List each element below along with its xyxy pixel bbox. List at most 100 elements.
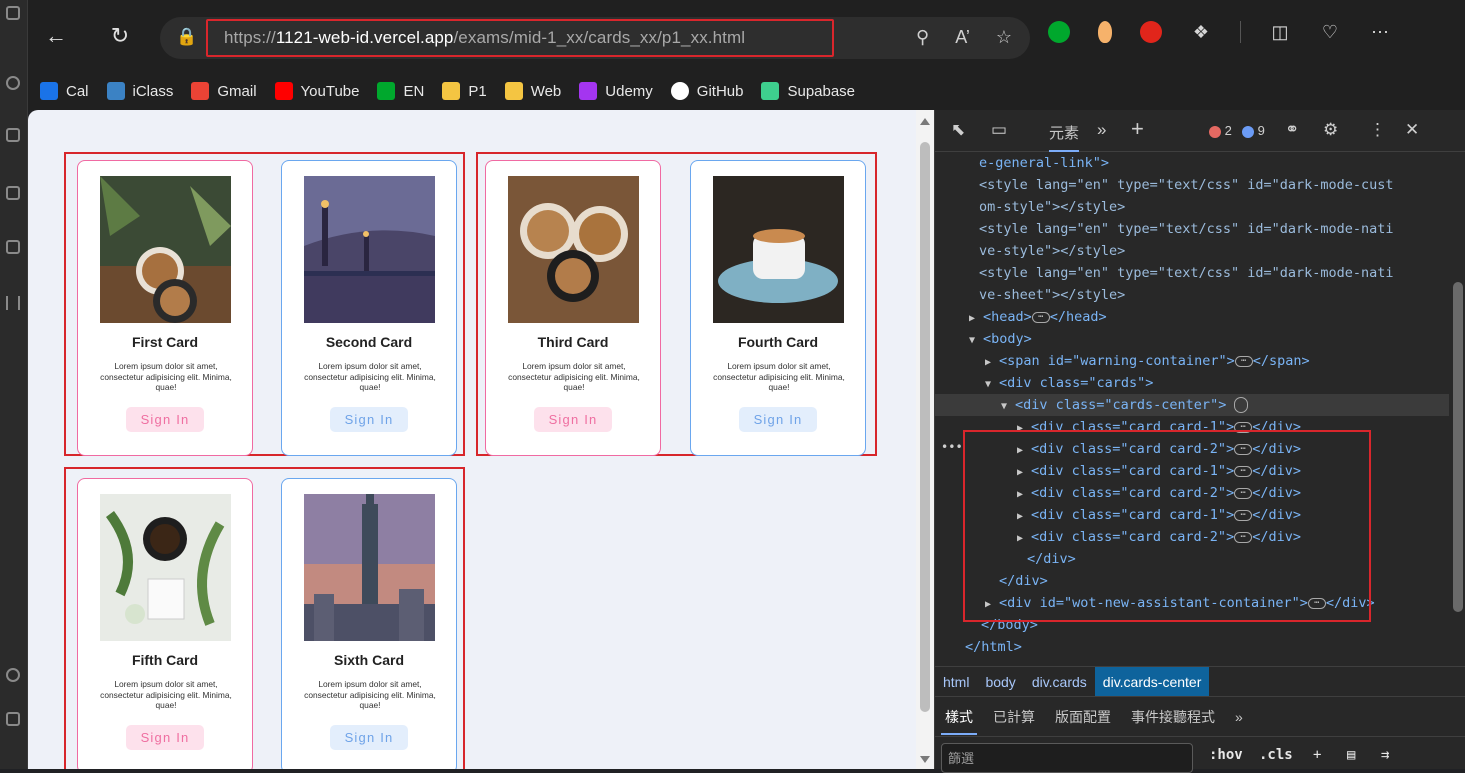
customize-menu-icon[interactable]: ⋮ bbox=[1369, 120, 1386, 140]
browser-essentials-icon[interactable]: ♡ bbox=[1319, 22, 1341, 43]
refresh-button[interactable]: ↻ bbox=[106, 22, 134, 50]
collapse-triangle-icon[interactable]: ▼ bbox=[969, 330, 983, 352]
bookmark-gmail[interactable]: Gmail bbox=[191, 82, 257, 100]
computed-styles-icon[interactable]: ▤ bbox=[1347, 747, 1355, 763]
collections-icon[interactable] bbox=[6, 128, 20, 142]
breadcrumb-item[interactable]: html bbox=[935, 667, 977, 697]
dom-line-cards-center[interactable]: ▼ <div class="cards-center"> bbox=[935, 394, 1449, 416]
favorite-star-icon[interactable]: ☆ bbox=[996, 27, 1012, 48]
bookmark-supabase[interactable]: Supabase bbox=[761, 82, 855, 100]
sign-in-button[interactable]: Sign In bbox=[330, 407, 408, 432]
breadcrumb-item[interactable]: div.cards bbox=[1024, 667, 1095, 697]
bookmark-youtube[interactable]: YouTube bbox=[274, 82, 359, 100]
sign-in-button[interactable]: Sign In bbox=[126, 407, 204, 432]
bookmark-iclass[interactable]: iClass bbox=[106, 82, 173, 100]
scroll-up-arrow[interactable] bbox=[920, 118, 930, 125]
settings-icon[interactable] bbox=[6, 712, 20, 726]
hover-state-toggle[interactable]: :hov bbox=[1209, 747, 1243, 763]
extensions-icon[interactable]: ❖ bbox=[1190, 22, 1212, 43]
sidebar-strip bbox=[0, 0, 28, 769]
sidebar-grip-icon[interactable] bbox=[6, 296, 20, 310]
dom-line-cards[interactable]: ▼ <div class="cards"> bbox=[935, 372, 1449, 394]
devtools-scroll-thumb[interactable] bbox=[1453, 282, 1463, 612]
close-devtools-icon[interactable]: ✕ bbox=[1405, 120, 1419, 140]
devtools-settings-icon[interactable]: ⚙ bbox=[1323, 120, 1338, 140]
bookmark-web[interactable]: Web bbox=[504, 82, 561, 100]
tab-actions-icon[interactable] bbox=[6, 6, 20, 20]
toggle-sidebar-icon[interactable]: ⇉ bbox=[1381, 747, 1389, 763]
expand-triangle-icon[interactable]: ▶ bbox=[969, 308, 983, 330]
zoom-icon[interactable]: ⚲ bbox=[916, 27, 929, 48]
more-menu-icon[interactable]: ⋯ bbox=[1369, 22, 1391, 43]
dom-line[interactable]: ve-sheet"></style> bbox=[935, 284, 1449, 306]
styles-subtab[interactable]: 樣式 bbox=[935, 697, 983, 737]
dom-line[interactable]: om-style"></style> bbox=[935, 196, 1449, 218]
node-actions-icon[interactable]: ••• bbox=[941, 440, 963, 454]
evernote-extension-icon[interactable] bbox=[1048, 21, 1070, 43]
back-button[interactable]: ← bbox=[42, 22, 70, 50]
styles-subtab[interactable]: 已計算 bbox=[983, 697, 1045, 737]
inspect-element-icon[interactable]: ⬉ bbox=[951, 120, 965, 140]
page-scroll-thumb[interactable] bbox=[920, 142, 930, 712]
error-count[interactable]: 2 bbox=[1209, 123, 1232, 138]
card-title: Third Card bbox=[537, 334, 609, 350]
split-screen-icon[interactable]: ◫ bbox=[1269, 22, 1291, 43]
dom-tree[interactable]: e-general-link"> <style lang="en" type="… bbox=[935, 152, 1449, 666]
dom-line[interactable]: e-general-link"> bbox=[935, 152, 1449, 174]
devtools-scrollbar[interactable] bbox=[1449, 152, 1465, 666]
ellipsis-icon[interactable]: ⋯ bbox=[1234, 355, 1253, 367]
breadcrumb-item[interactable]: body bbox=[977, 667, 1023, 697]
styles-subtab[interactable]: 事件接聽程式 bbox=[1121, 697, 1225, 737]
more-tabs-icon[interactable]: » bbox=[1097, 120, 1106, 140]
bookmark-en[interactable]: EN bbox=[377, 82, 424, 100]
bookmark-github[interactable]: GitHub bbox=[670, 82, 743, 100]
sign-in-button[interactable]: Sign In bbox=[534, 407, 612, 432]
dom-line[interactable]: <style lang="en" type="text/css" id="dar… bbox=[935, 262, 1449, 284]
collapse-triangle-icon[interactable]: ▼ bbox=[985, 374, 999, 396]
new-rule-icon[interactable]: + bbox=[1313, 747, 1321, 763]
sign-in-button[interactable]: Sign In bbox=[330, 725, 408, 750]
class-toggle[interactable]: .cls bbox=[1259, 747, 1293, 763]
more-subtabs-icon[interactable]: » bbox=[1225, 697, 1253, 737]
adblock-extension-icon[interactable] bbox=[1140, 21, 1162, 43]
sign-in-button[interactable]: Sign In bbox=[739, 407, 817, 432]
extension-icon[interactable] bbox=[1098, 21, 1112, 43]
toolbar-divider bbox=[1240, 21, 1241, 43]
tab-elements[interactable]: 元素 bbox=[1049, 122, 1080, 152]
page-scrollbar[interactable] bbox=[916, 110, 934, 769]
grid-badge[interactable] bbox=[1234, 397, 1249, 413]
device-toolbar-icon[interactable]: ▭ bbox=[991, 120, 1007, 140]
collapse-triangle-icon[interactable]: ▼ bbox=[1001, 396, 1015, 418]
expand-triangle-icon[interactable]: ▶ bbox=[985, 352, 999, 374]
connect-icon[interactable]: ⚭ bbox=[1285, 120, 1299, 140]
add-tab-icon[interactable]: + bbox=[1131, 116, 1144, 142]
bookmark-label: Supabase bbox=[787, 82, 856, 100]
card-body: Lorem ipsum dolor sit amet, consectetur … bbox=[100, 679, 232, 710]
dom-line-span[interactable]: ▶ <span id="warning-container"> ⋯ </span> bbox=[935, 350, 1449, 372]
message-count[interactable]: 9 bbox=[1242, 123, 1265, 138]
bookmark-udemy[interactable]: Udemy bbox=[579, 82, 653, 100]
read-aloud-icon[interactable]: A’ bbox=[955, 27, 970, 48]
dom-line-body[interactable]: ▼ <body> bbox=[935, 328, 1449, 350]
dom-text: om-style"></style> bbox=[979, 199, 1126, 215]
tools-icon[interactable] bbox=[6, 186, 20, 200]
styles-subtab[interactable]: 版面配置 bbox=[1045, 697, 1121, 737]
search-icon[interactable] bbox=[6, 76, 20, 90]
sign-in-button[interactable]: Sign In bbox=[126, 725, 204, 750]
card-5: Fifth Card Lorem ipsum dolor sit amet, co… bbox=[77, 478, 253, 769]
feedback-icon[interactable] bbox=[6, 668, 20, 682]
dom-line[interactable]: <style lang="en" type="text/css" id="dar… bbox=[935, 174, 1449, 196]
dom-line-head[interactable]: ▶ <head> ⋯ </head> bbox=[935, 306, 1449, 328]
lock-icon[interactable]: 🔒 bbox=[176, 27, 197, 49]
bookmark-p1[interactable]: P1 bbox=[442, 82, 487, 100]
breadcrumb-item[interactable]: div.cards-center bbox=[1094, 666, 1210, 697]
bookmark-cal[interactable]: Cal bbox=[40, 82, 89, 100]
url-text[interactable]: https://1121-web-id.vercel.app/exams/mid… bbox=[224, 28, 745, 48]
dom-line[interactable]: </html> bbox=[935, 636, 1449, 658]
scroll-down-arrow[interactable] bbox=[920, 756, 930, 763]
address-bar[interactable]: 🔒 https://1121-web-id.vercel.app/exams/m… bbox=[160, 17, 1030, 59]
apps-icon[interactable] bbox=[6, 240, 20, 254]
ellipsis-icon[interactable]: ⋯ bbox=[1031, 311, 1050, 323]
dom-line[interactable]: ve-style"></style> bbox=[935, 240, 1449, 262]
dom-line[interactable]: <style lang="en" type="text/css" id="dar… bbox=[935, 218, 1449, 240]
